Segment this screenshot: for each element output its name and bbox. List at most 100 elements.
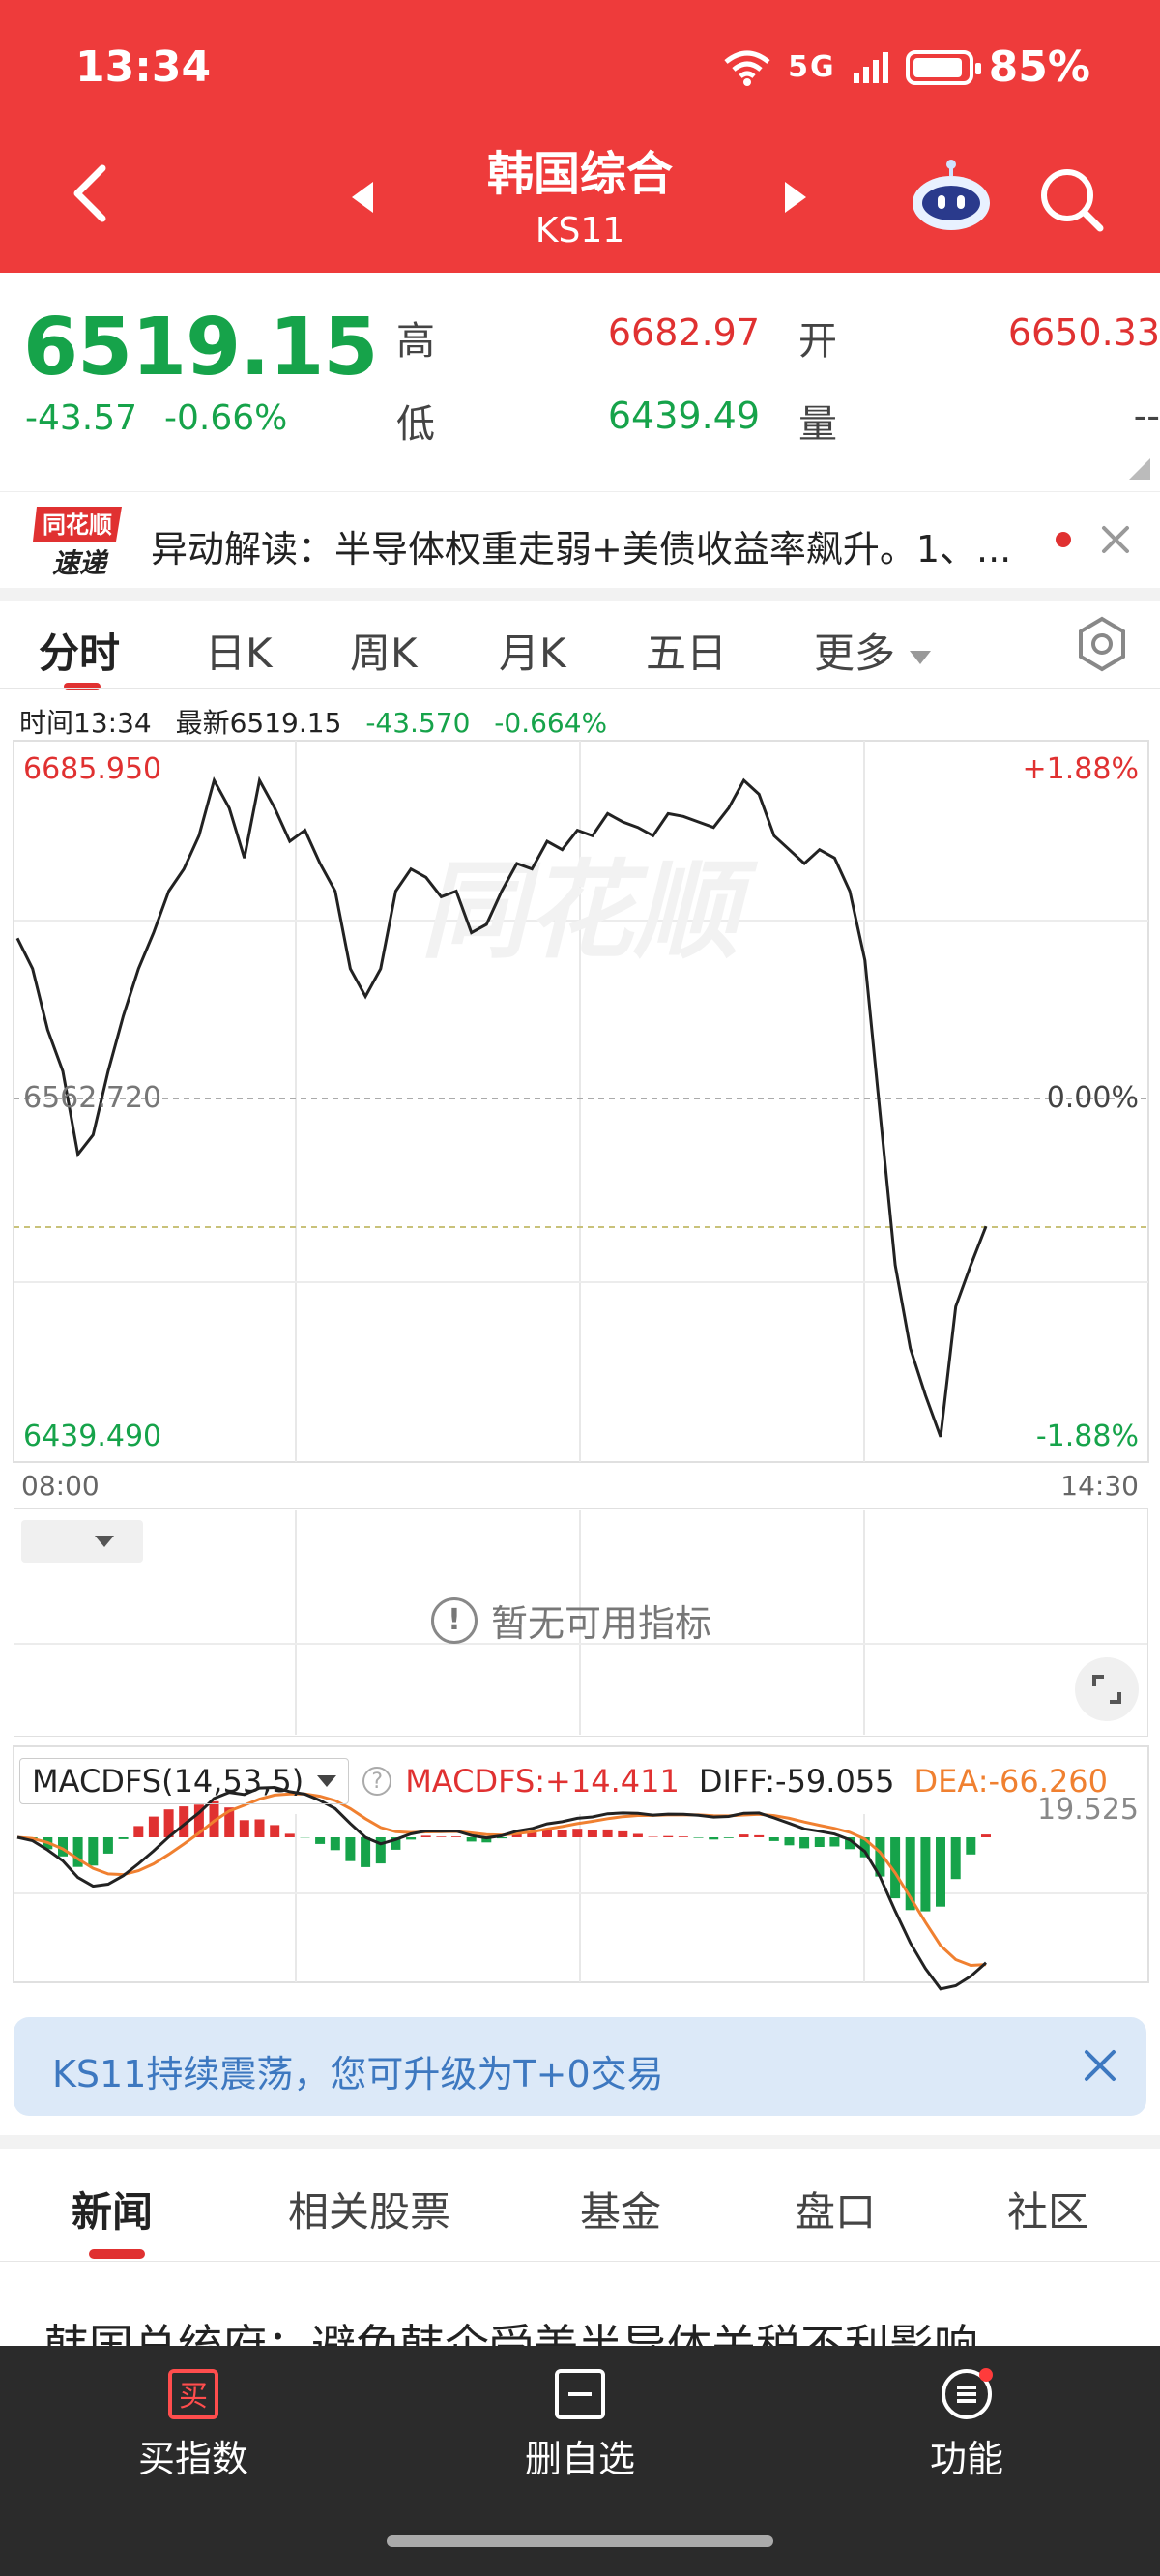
volume-value: -- [1133,395,1160,437]
macd-bar [345,1837,356,1861]
signal-icon [853,51,888,83]
macd-bar [284,1833,295,1837]
buy-icon-glyph: 买 [179,2380,208,2414]
macd-bar [88,1837,99,1866]
macd-bar [148,1816,159,1837]
functions-button[interactable]: 功能 [870,2367,1063,2482]
remove-watchlist-label: 删自选 [524,2438,635,2480]
close-icon[interactable] [1081,2046,1119,2085]
tab-more[interactable]: 更多 [814,621,933,680]
low-value: 6439.49 [607,395,760,437]
open-label: 开 [798,319,837,364]
macd-axis-top: 19.525 [1037,1793,1139,1827]
macd-bar [709,1837,719,1840]
axis-mid-pct: 0.00% [1046,1081,1139,1115]
next-index-arrow-icon[interactable] [781,178,810,217]
buy-index-label: 买指数 [137,2438,248,2480]
section-gap [0,2135,1160,2149]
volume-label: 量 [798,402,837,447]
macd-bar [784,1837,795,1846]
tab-related-stocks[interactable]: 相关股票 [288,2180,450,2239]
macd-bar [936,1837,945,1907]
logo-text-top: 同花顺 [43,512,112,539]
price-change-pct: -0.66% [164,398,288,438]
macd-bar [739,1834,749,1837]
info-circle-icon: ! [431,1596,478,1644]
macd-bar [693,1837,704,1838]
home-indicator [387,2535,773,2547]
tab-daily-k[interactable]: 日K [205,621,273,680]
diff-value: DIFF:-59.055 [698,1763,895,1800]
search-icon[interactable] [1038,166,1106,234]
network-type: 5G [788,50,836,84]
close-icon[interactable] [1096,520,1135,559]
ticker-news-text[interactable]: 异动解读：半导体权重走弱+美债收益率飙升。1、... [151,519,1030,572]
no-indicator-message: ! 暂无可用指标 [431,1594,711,1647]
macdfs-value: MACDFS:+14.411 [405,1763,680,1800]
axis-bottom-price: 6439.490 [23,1420,162,1453]
tab-weekly-k[interactable]: 周K [350,621,418,680]
axis-start-time: 08:00 [21,1470,100,1502]
diff-line [16,1785,987,1991]
t0-upgrade-banner[interactable]: KS11持续震荡，您可升级为T+0交易 [14,2017,1146,2116]
menu-circle-icon [942,2368,993,2419]
macd-bar [920,1837,931,1912]
buy-icon: 买 [168,2369,218,2419]
dea-line [16,1792,987,1968]
top-header: 13:34 5G 85% 韩国综合 KS11 [0,0,1160,273]
high-label: 高 [396,319,435,364]
macd-selector[interactable]: MACDFS(14,53,5) [19,1758,350,1804]
robot-assistant-icon[interactable] [911,159,992,232]
indicator-select-dropdown[interactable] [21,1520,143,1563]
macd-bar [754,1834,765,1837]
macd-bar [557,1830,567,1837]
macd-bar [799,1837,810,1849]
macd-bar [315,1837,326,1844]
buy-index-button[interactable]: 买 买指数 [97,2367,290,2482]
current-price: 6519.15 [23,302,378,394]
tab-order-book[interactable]: 盘口 [795,2180,876,2239]
remove-watchlist-button[interactable]: 删自选 [483,2367,677,2482]
macd-bar [632,1833,643,1837]
tab-news[interactable]: 新闻 [72,2180,153,2239]
axis-top-price: 6685.950 [23,752,162,786]
caret-down-icon [910,650,932,664]
ths-express-logo: 同花顺 速递 [33,507,122,579]
macd-bar [648,1836,658,1837]
functions-label: 功能 [929,2438,1003,2480]
tab-five-day[interactable]: 五日 [646,621,727,680]
macd-bar [133,1826,144,1837]
macd-bar [451,1836,461,1837]
tab-intraday[interactable]: 分时 [39,621,120,680]
macd-bar [102,1837,113,1854]
macd-bar [678,1836,688,1837]
high-value: 6682.97 [607,311,760,354]
tab-community[interactable]: 社区 [1007,2180,1088,2239]
unread-dot [1056,532,1071,547]
tab-funds[interactable]: 基金 [580,2180,661,2239]
expand-corner-icon[interactable] [1129,458,1150,480]
axis-end-time: 14:30 [1060,1470,1139,1502]
tab-monthly-k[interactable]: 月K [499,621,566,680]
macd-bar [466,1837,477,1842]
macd-bar [436,1836,447,1837]
macd-bar [254,1819,265,1837]
period-tabs: 分时 日K 周K 月K 五日 更多 [0,609,1160,690]
macd-bar [420,1835,431,1837]
macd-bar [814,1837,825,1847]
macd-bar [587,1830,597,1837]
fullscreen-expand-icon[interactable] [1075,1657,1139,1721]
macd-bar [618,1830,628,1837]
battery-icon [905,49,981,85]
wifi-icon [724,50,770,86]
macd-bar [723,1837,734,1838]
axis-bottom-pct: -1.88% [1035,1420,1139,1453]
open-value: 6650.33 [1007,311,1160,354]
promo-text: KS11持续震荡，您可升级为T+0交易 [52,2053,664,2095]
macd-bar [981,1834,991,1837]
macd-bar [950,1837,961,1880]
active-tab-indicator [89,2249,145,2259]
settings-hexagon-icon[interactable] [1073,615,1131,673]
price-change: -43.57 [25,398,138,438]
help-icon[interactable]: ? [362,1767,392,1796]
